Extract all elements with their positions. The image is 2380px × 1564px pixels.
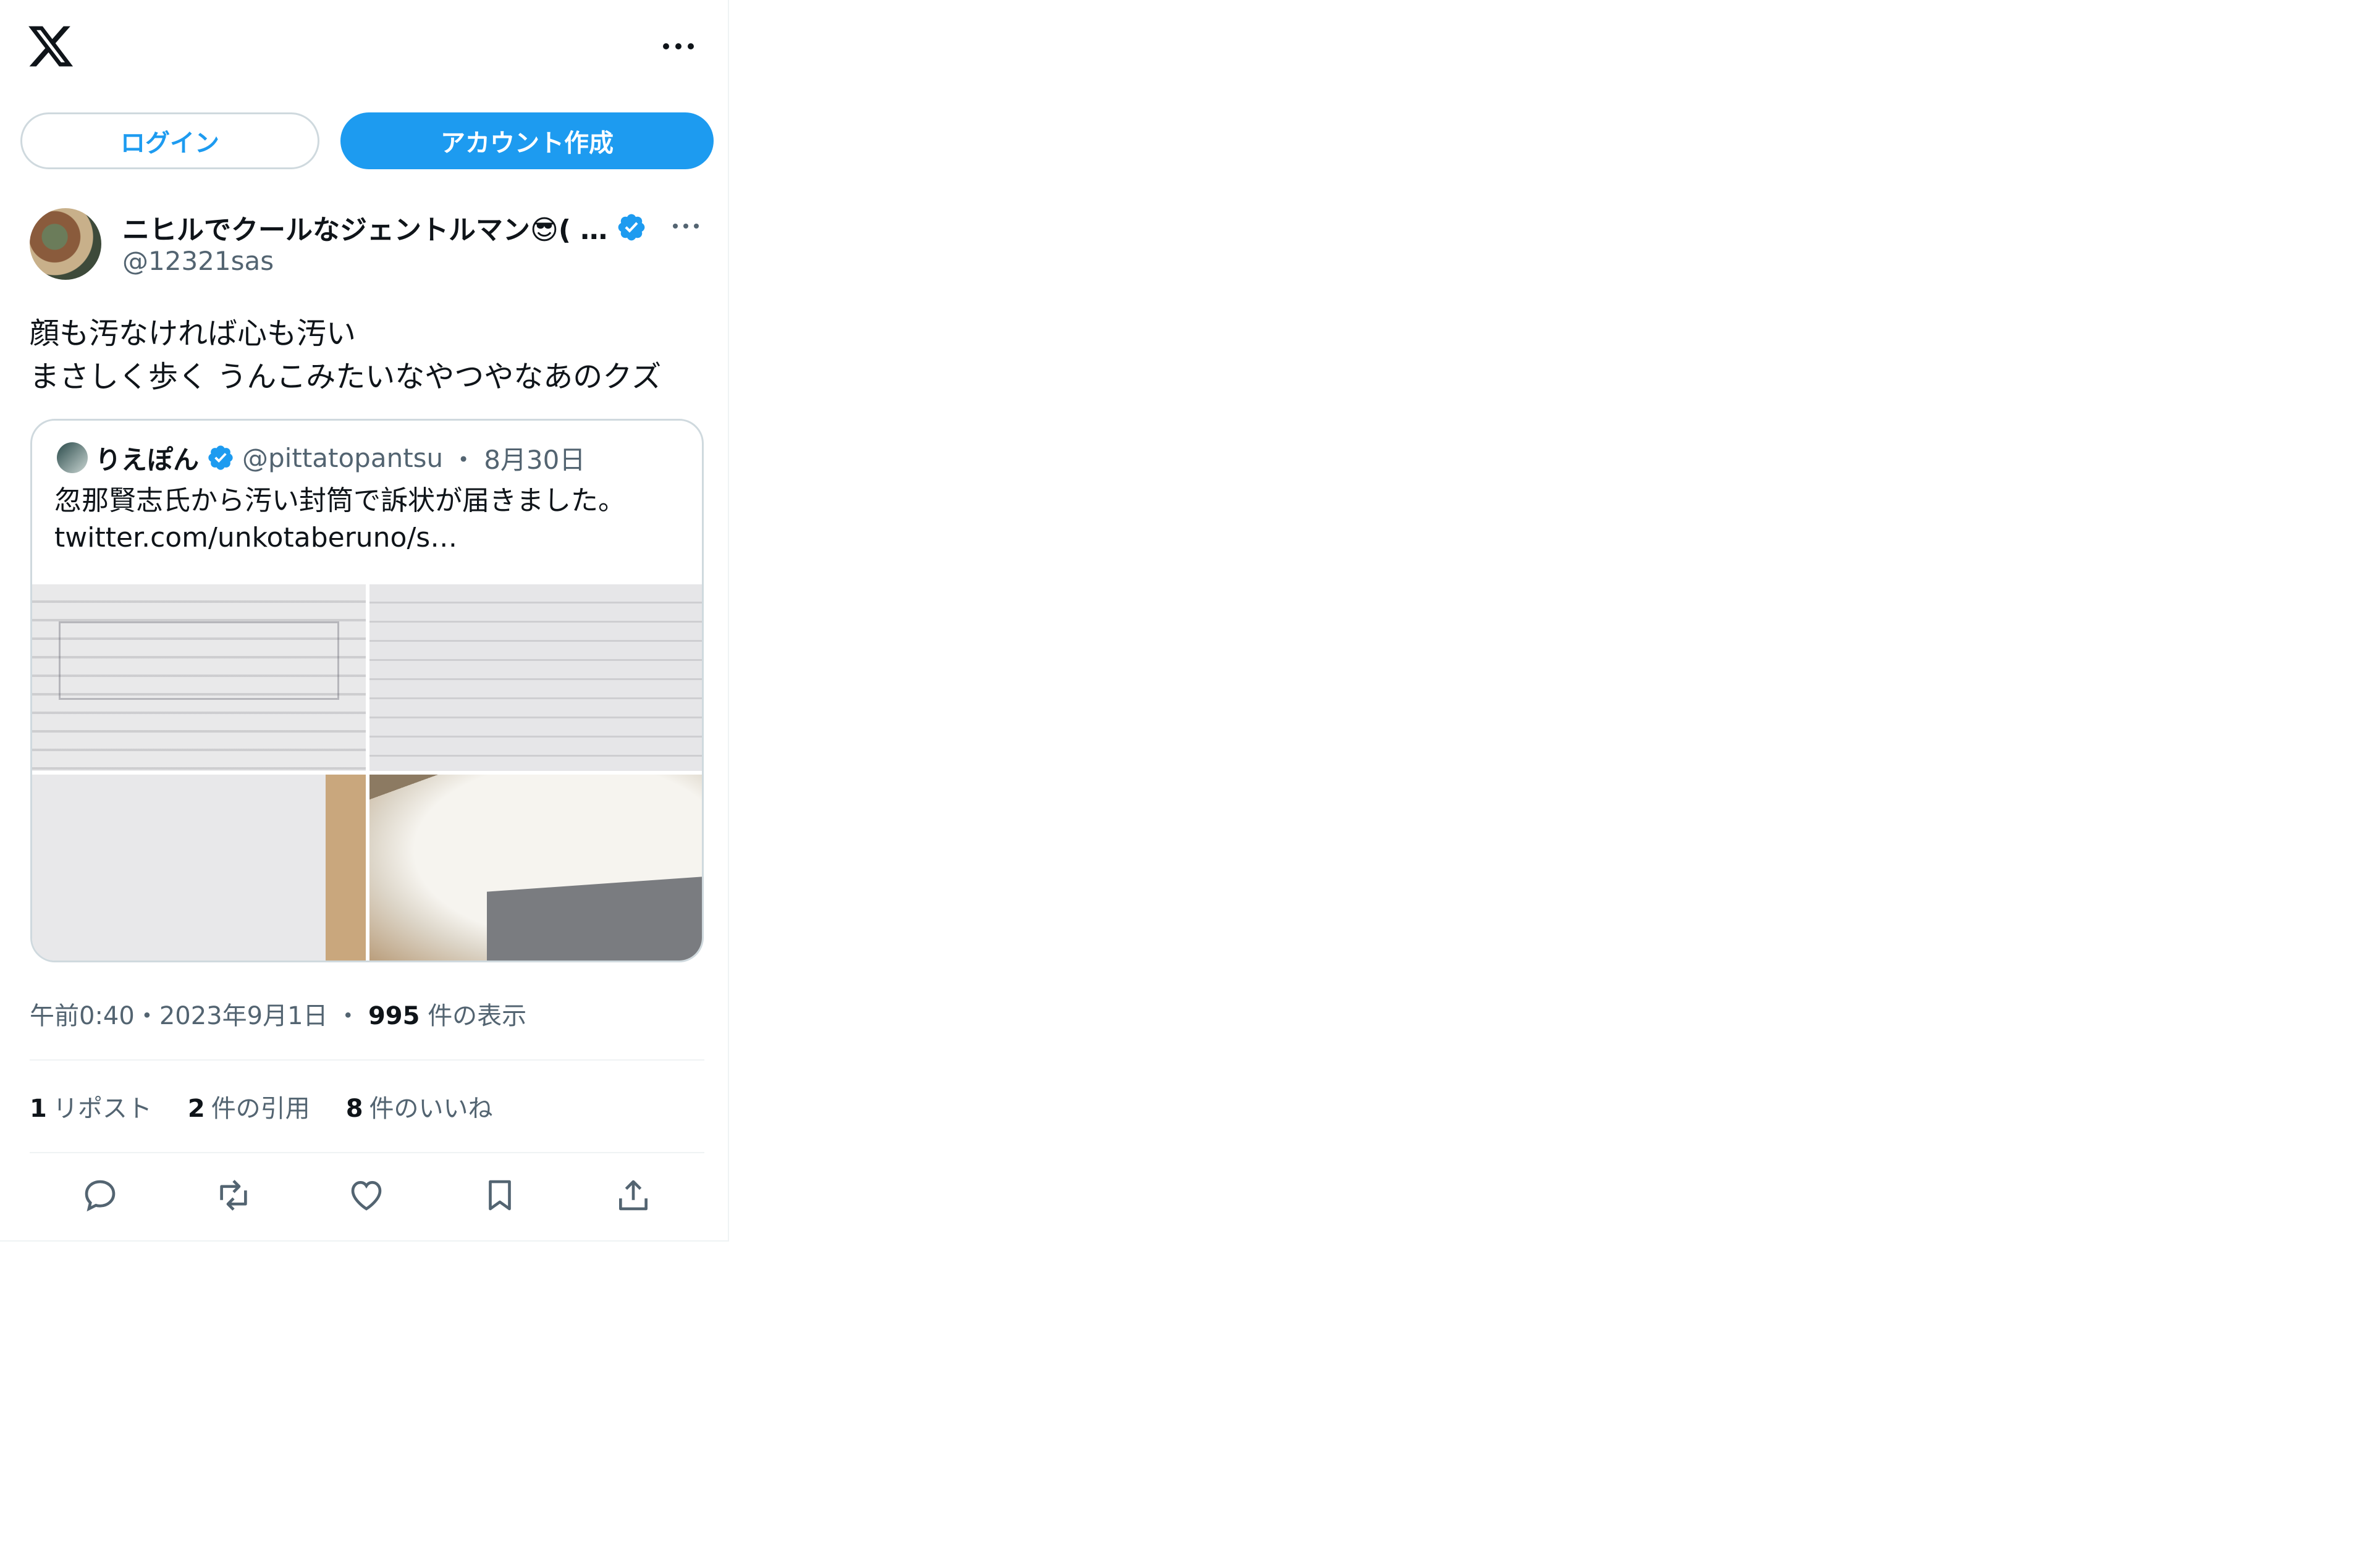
like-icon xyxy=(351,1181,382,1211)
tweet-time[interactable]: 午前0:40 xyxy=(30,1002,135,1030)
likes-count: 8 xyxy=(345,1095,363,1123)
more-icon[interactable] xyxy=(660,34,697,59)
tweet-text-line: まさしく歩く うんこみたいなやつやなあのクズ xyxy=(30,359,662,394)
separator: ・ xyxy=(134,1002,159,1030)
divider xyxy=(30,1059,704,1061)
x-logo-icon[interactable] xyxy=(26,22,75,71)
quote-text-line: 忽那賢志氏から汚い封筒で訴状が届きました。 xyxy=(54,485,625,516)
tweet-page: ログイン アカウント作成 ニヒルでクールなジェントルマン😎( … @12321s… xyxy=(0,0,729,1242)
views-label: 件の表示 xyxy=(428,1002,527,1030)
quote-media-grid xyxy=(32,584,702,961)
quote-text: 忽那賢志氏から汚い封筒で訴状が届きました。 twitter.com/unkota… xyxy=(54,482,678,557)
tweet-text-line: 顔も汚なければ心も汚い xyxy=(30,316,357,351)
tweet-stats: 1 リポスト 2 件の引用 8 件のいいね xyxy=(30,1088,493,1124)
like-button[interactable] xyxy=(332,1161,400,1229)
reply-icon xyxy=(85,1180,116,1212)
quotes-stat[interactable]: 2 件の引用 xyxy=(188,1088,310,1124)
share-icon xyxy=(619,1180,648,1211)
signup-button[interactable]: アカウント作成 xyxy=(340,112,714,169)
tweet-date[interactable]: 2023年9月1日 xyxy=(159,1002,328,1030)
top-bar xyxy=(0,0,729,93)
quote-image[interactable] xyxy=(369,775,702,961)
quote-date: 8月30日 xyxy=(484,444,586,475)
likes-label: 件のいいね xyxy=(369,1095,493,1123)
quote-avatar xyxy=(57,442,88,473)
separator: ・ xyxy=(335,1002,361,1030)
tweet-more-icon[interactable] xyxy=(670,215,701,237)
quote-header: りえぽん @pittatopantsu ・ 8月30日 xyxy=(57,439,585,476)
tweet-meta: 午前0:40・2023年9月1日 ・ 995 件の表示 xyxy=(30,996,526,1032)
reply-button[interactable] xyxy=(66,1161,134,1229)
repost-icon xyxy=(220,1180,247,1211)
likes-stat[interactable]: 8 件のいいね xyxy=(346,1088,493,1124)
bookmark-icon xyxy=(489,1180,511,1211)
quote-image[interactable] xyxy=(369,584,702,771)
tweet-text: 顔も汚なければ心も汚い まさしく歩く うんこみたいなやつやなあのクズ xyxy=(30,312,709,398)
author-name[interactable]: ニヒルでクールなジェントルマン😎( … xyxy=(122,209,647,246)
quote-image[interactable] xyxy=(32,775,366,961)
quotes-label: 件の引用 xyxy=(211,1095,310,1123)
reposts-count: 1 xyxy=(30,1095,47,1123)
separator: ・ xyxy=(450,444,477,475)
quote-image[interactable] xyxy=(32,584,366,771)
author-handle[interactable]: @12321sas xyxy=(122,246,274,276)
author-name-text: ニヒルでクールなジェントルマン😎( … xyxy=(122,214,608,246)
login-button[interactable]: ログイン xyxy=(20,112,319,169)
verified-badge-icon xyxy=(208,445,233,470)
quoted-tweet[interactable]: りえぽん @pittatopantsu ・ 8月30日 忽那賢志氏から汚い封筒で… xyxy=(30,419,704,962)
quote-author-name: りえぽん xyxy=(95,444,200,475)
divider xyxy=(30,1152,704,1153)
views-count: 995 xyxy=(368,1002,420,1030)
quote-author-handle: @pittatopantsu xyxy=(242,442,444,473)
reposts-stat[interactable]: 1 リポスト xyxy=(30,1088,152,1124)
bookmark-button[interactable] xyxy=(466,1161,534,1229)
quote-link[interactable]: twitter.com/unkotaberuno/s… xyxy=(54,519,678,557)
avatar[interactable] xyxy=(30,208,101,280)
verified-badge-icon xyxy=(618,214,645,241)
quotes-count: 2 xyxy=(187,1095,205,1123)
folder-shape xyxy=(487,873,702,961)
reposts-label: リポスト xyxy=(53,1095,152,1123)
share-button[interactable] xyxy=(599,1161,667,1229)
action-bar xyxy=(0,1161,729,1229)
repost-button[interactable] xyxy=(200,1161,268,1229)
